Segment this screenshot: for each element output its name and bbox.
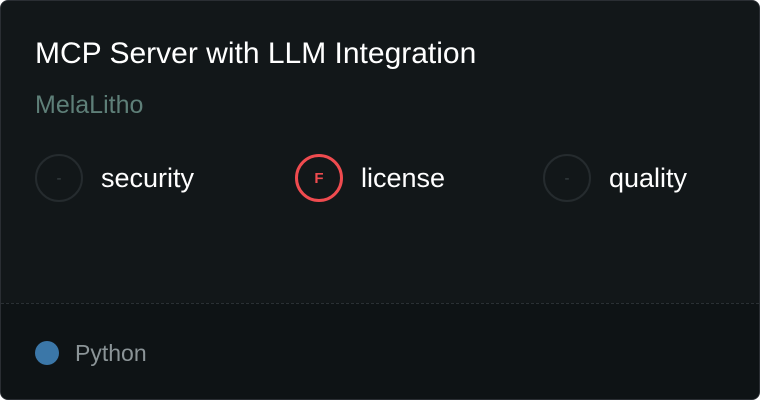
score-security: - security: [35, 154, 194, 202]
license-label: license: [361, 162, 446, 193]
card-title[interactable]: MCP Server with LLM Integration: [35, 35, 476, 73]
security-grade-badge: -: [35, 154, 83, 202]
card-owner[interactable]: MelaLitho: [35, 89, 143, 121]
language-color-dot: [35, 341, 59, 365]
language-name: Python: [75, 340, 147, 366]
quality-grade-badge: -: [543, 154, 591, 202]
server-card[interactable]: MCP Server with LLM Integration MelaLith…: [0, 0, 760, 400]
quality-label: quality: [609, 162, 688, 193]
card-footer: Python: [1, 303, 759, 399]
security-label: security: [101, 162, 195, 193]
score-license: F license: [295, 154, 445, 202]
license-grade-badge: F: [295, 154, 343, 202]
score-quality: - quality: [543, 154, 687, 202]
